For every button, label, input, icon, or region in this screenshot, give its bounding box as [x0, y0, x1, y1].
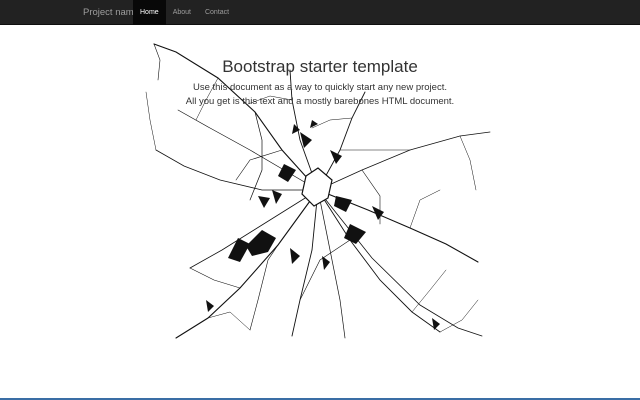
nav-link-about[interactable]: About — [166, 0, 198, 25]
nav-item-about: About — [166, 0, 198, 25]
starter-template: Bootstrap starter template Use this docu… — [0, 55, 640, 109]
lead-line-2: All you get is this text and a mostly ba… — [185, 96, 455, 107]
page-title: Bootstrap starter template — [222, 57, 418, 76]
lead-text: Use this document as a way to quickly st… — [0, 81, 640, 109]
nav-link-home[interactable]: Home — [133, 0, 166, 25]
nav-link-contact[interactable]: Contact — [198, 0, 236, 25]
browser-page: Project name Home About Contact Bootstra… — [0, 0, 640, 400]
navbar-brand[interactable]: Project name — [83, 0, 139, 25]
lead-line-1: Use this document as a way to quickly st… — [193, 82, 447, 93]
nav-item-home: Home — [133, 0, 166, 25]
top-navbar: Project name Home About Contact — [0, 0, 640, 25]
nav-item-contact: Contact — [198, 0, 236, 25]
navbar-nav: Home About Contact — [133, 0, 236, 25]
